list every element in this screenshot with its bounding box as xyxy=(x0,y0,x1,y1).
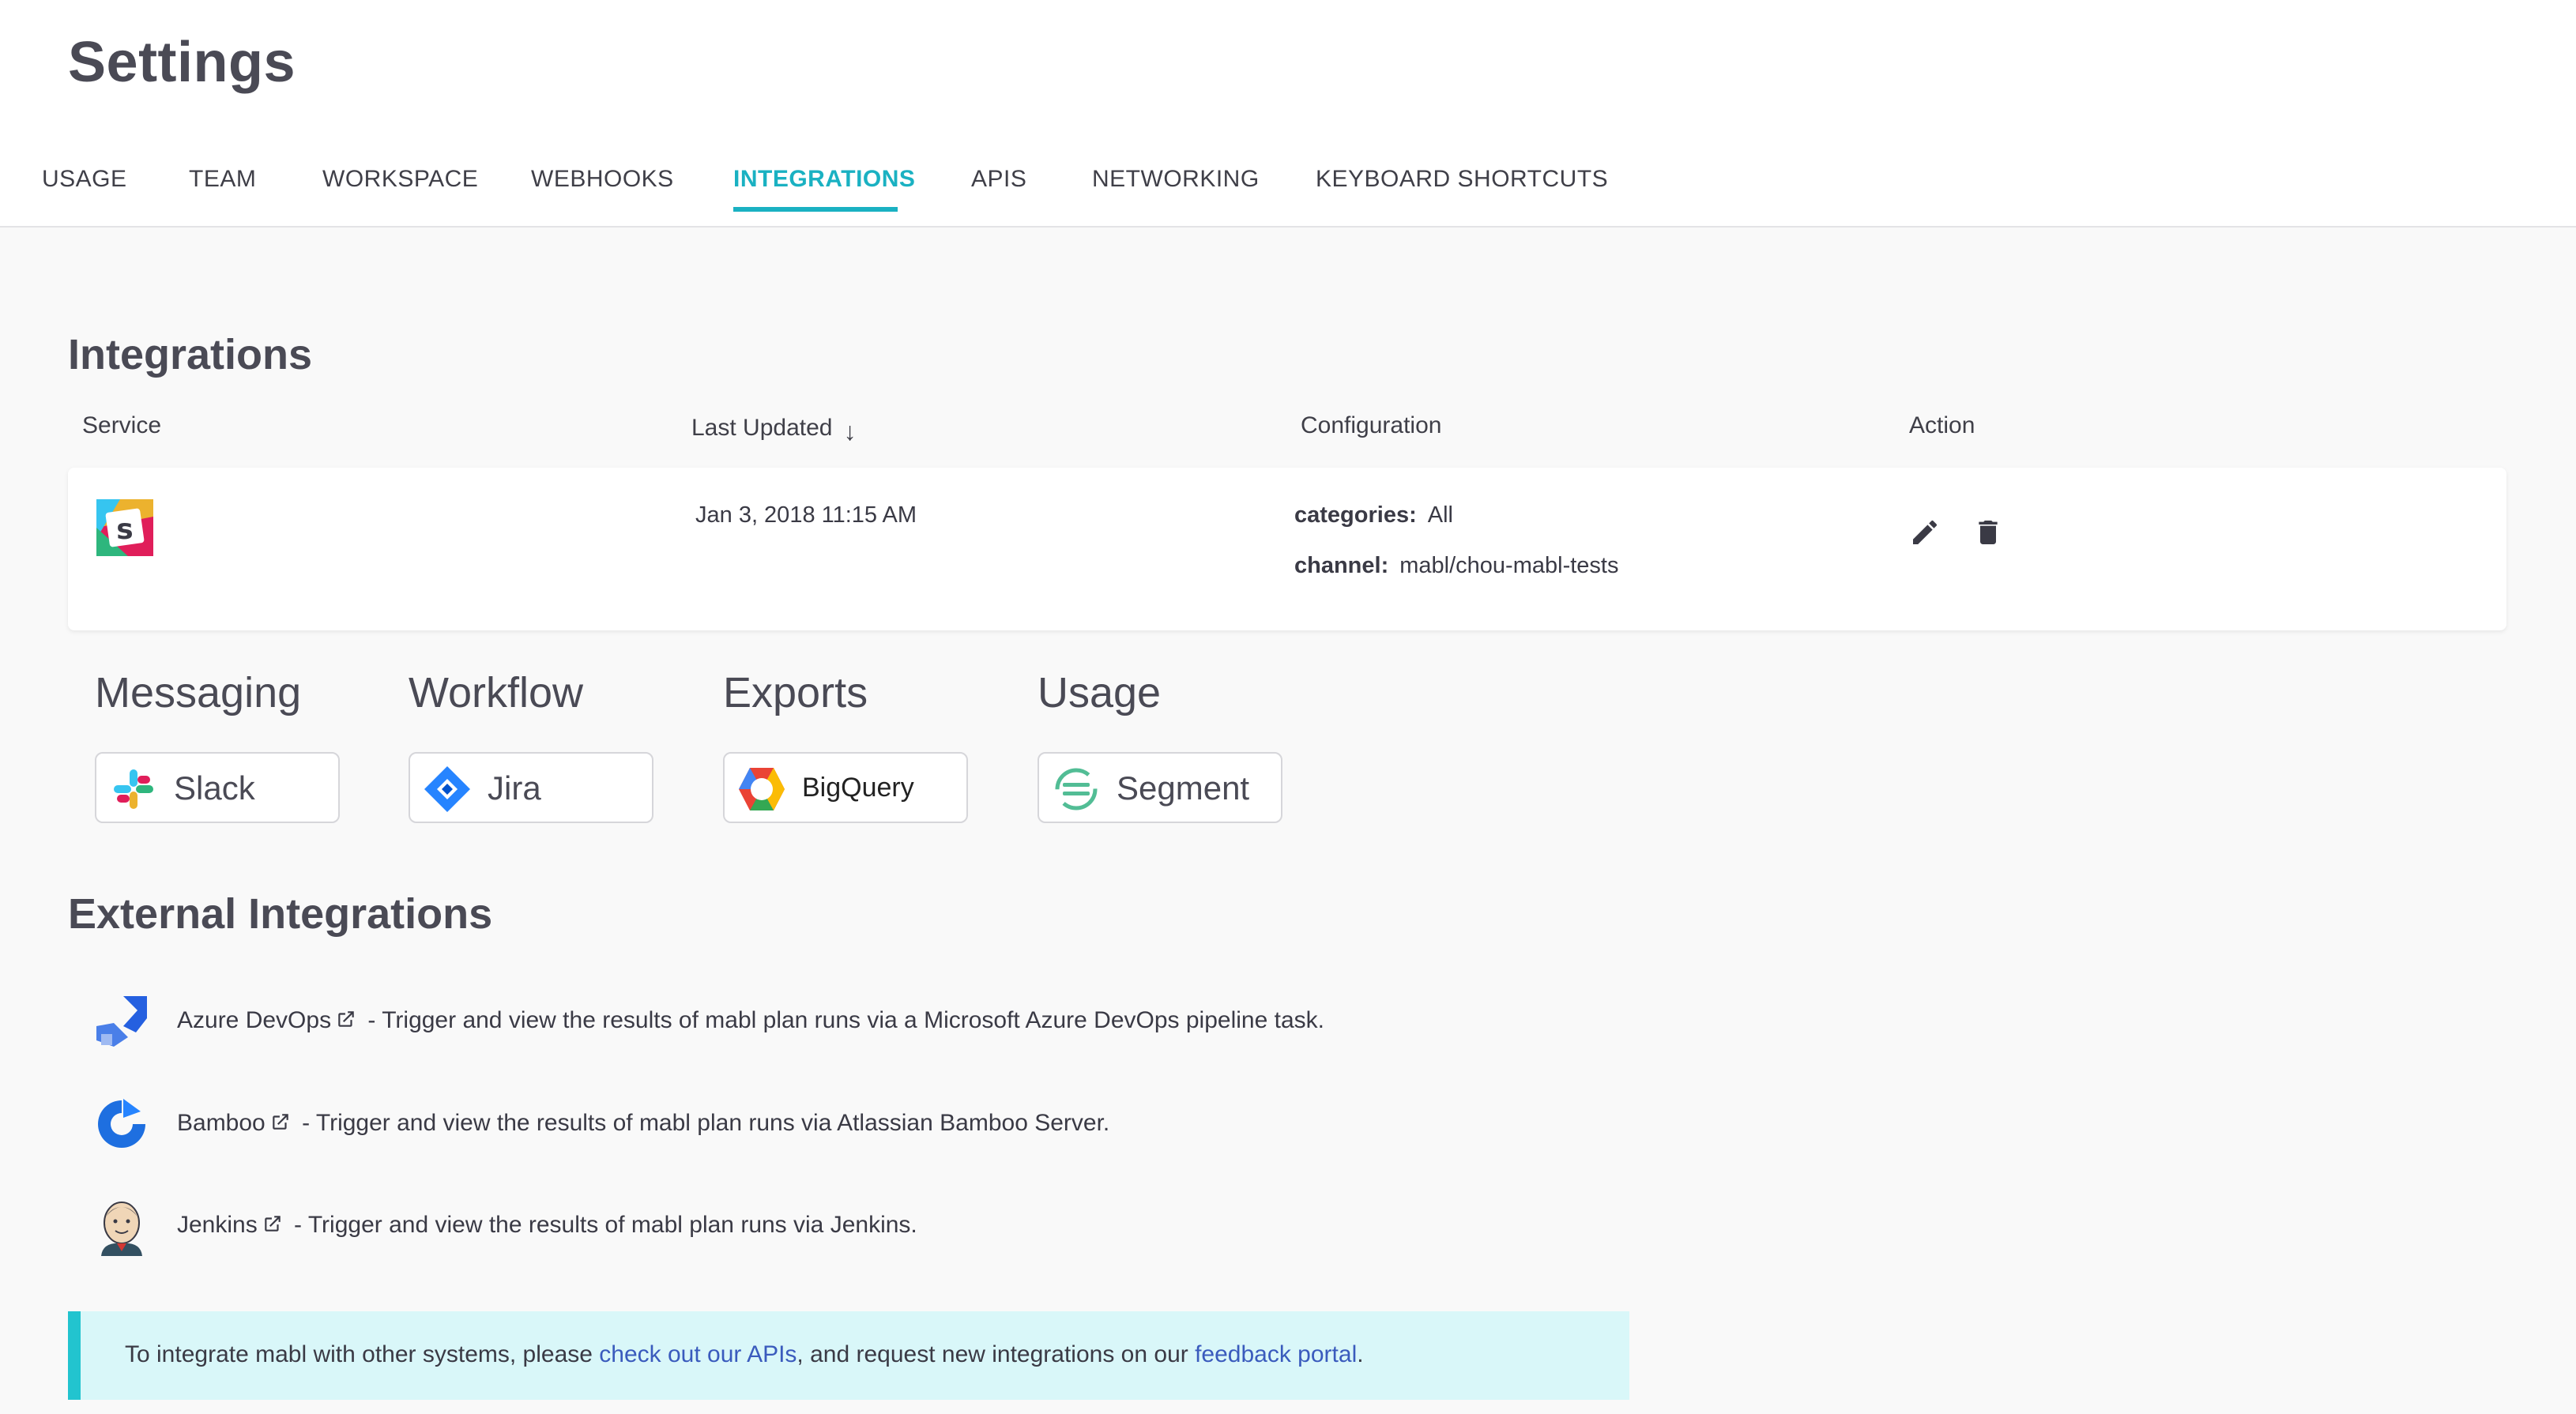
external-link-icon[interactable] xyxy=(336,1009,356,1029)
tab-team[interactable]: TEAM xyxy=(189,166,256,193)
segment-icon xyxy=(1055,768,1098,810)
active-tab-indicator xyxy=(733,207,898,212)
column-header-configuration: Configuration xyxy=(1301,412,1442,438)
category-exports: Exports xyxy=(723,669,868,716)
jenkins-link[interactable]: Jenkins xyxy=(177,1212,258,1238)
page-title: Settings xyxy=(68,31,296,94)
tab-workspace[interactable]: WORKSPACE xyxy=(322,166,478,193)
column-header-service: Service xyxy=(82,412,162,438)
settings-header: Settings USAGE TEAM WORKSPACE WEBHOOKS I… xyxy=(0,0,2576,228)
tab-networking[interactable]: NETWORKING xyxy=(1092,166,1260,193)
edit-icon[interactable] xyxy=(1909,517,1941,548)
bamboo-link[interactable]: Bamboo xyxy=(177,1110,266,1136)
trash-icon[interactable] xyxy=(1972,517,2004,548)
add-slack-button[interactable]: Slack xyxy=(95,752,340,823)
banner-prefix: To integrate mabl with other systems, pl… xyxy=(125,1341,600,1367)
category-workflow: Workflow xyxy=(409,669,584,716)
feedback-portal-link[interactable]: feedback portal xyxy=(1195,1341,1357,1367)
external-link-icon[interactable] xyxy=(262,1213,283,1234)
category-messaging: Messaging xyxy=(95,669,302,716)
bigquery-icon xyxy=(739,768,785,810)
integration-row: s Jan 3, 2018 11:15 AM categories: All ch… xyxy=(68,468,2506,630)
azure-devops-description: - Trigger and view the results of mabl p… xyxy=(361,1007,1324,1033)
info-banner: To integrate mabl with other systems, pl… xyxy=(68,1311,1629,1400)
azure-devops-icon xyxy=(96,996,147,1047)
slack-legacy-logo-icon: s xyxy=(96,499,153,556)
segment-label: Segment xyxy=(1117,769,1250,807)
slack-label: Slack xyxy=(174,769,255,807)
external-link-icon[interactable] xyxy=(270,1111,291,1132)
category-usage: Usage xyxy=(1038,669,1162,716)
config-channel: channel: mabl/chou-mabl-tests xyxy=(1294,553,1618,579)
tab-apis[interactable]: APIS xyxy=(971,166,1026,193)
bigquery-label: BigQuery xyxy=(802,773,914,803)
external-item-text: Bamboo - Trigger and view the results of… xyxy=(177,1110,1109,1137)
integrations-title: Integrations xyxy=(68,331,313,378)
config-key: channel: xyxy=(1294,553,1389,578)
list-item: Bamboo - Trigger and view the results of… xyxy=(92,1094,1672,1157)
last-updated-label: Last Updated xyxy=(691,415,833,441)
list-item: Azure DevOps - Trigger and view the resu… xyxy=(92,991,1672,1055)
banner-middle: , and request new integrations on our xyxy=(797,1341,1196,1367)
banner-suffix: . xyxy=(1357,1341,1364,1367)
add-segment-button[interactable]: Segment xyxy=(1038,752,1282,823)
sort-descending-icon[interactable]: ↓ xyxy=(843,417,856,446)
tab-keyboard-shortcuts[interactable]: KEYBOARD SHORTCUTS xyxy=(1316,166,1608,193)
jira-label: Jira xyxy=(488,769,541,807)
slack-icon xyxy=(114,769,153,809)
config-categories: categories: All xyxy=(1294,502,1453,528)
column-header-last-updated[interactable]: Last Updated ↓ xyxy=(691,412,856,446)
tab-integrations[interactable]: INTEGRATIONS xyxy=(733,166,915,193)
config-value: mabl/chou-mabl-tests xyxy=(1399,553,1619,578)
settings-tabs: USAGE TEAM WORKSPACE WEBHOOKS INTEGRATIO… xyxy=(0,150,2576,228)
config-key: categories: xyxy=(1294,502,1417,528)
add-jira-button[interactable]: Jira xyxy=(409,752,653,823)
list-item: Jenkins - Trigger and view the results o… xyxy=(92,1196,1672,1259)
banner-text: To integrate mabl with other systems, pl… xyxy=(125,1341,1364,1368)
last-updated-value: Jan 3, 2018 11:15 AM xyxy=(695,502,917,528)
external-item-text: Jenkins - Trigger and view the results o… xyxy=(177,1212,917,1239)
external-integrations-title: External Integrations xyxy=(68,890,493,938)
jira-icon xyxy=(424,766,470,812)
column-header-action: Action xyxy=(1909,412,1975,438)
add-bigquery-button[interactable]: BigQuery xyxy=(723,752,968,823)
azure-devops-link[interactable]: Azure DevOps xyxy=(177,1007,331,1033)
jenkins-description: - Trigger and view the results of mabl p… xyxy=(287,1212,917,1238)
svg-text:s: s xyxy=(116,513,133,546)
config-value: All xyxy=(1427,502,1453,528)
jenkins-icon xyxy=(101,1202,142,1256)
bamboo-icon xyxy=(98,1099,145,1148)
external-item-text: Azure DevOps - Trigger and view the resu… xyxy=(177,1007,1324,1034)
bamboo-description: - Trigger and view the results of mabl p… xyxy=(295,1110,1110,1136)
tab-usage[interactable]: USAGE xyxy=(42,166,127,193)
apis-link[interactable]: check out our APIs xyxy=(599,1341,797,1367)
tab-webhooks[interactable]: WEBHOOKS xyxy=(531,166,674,193)
